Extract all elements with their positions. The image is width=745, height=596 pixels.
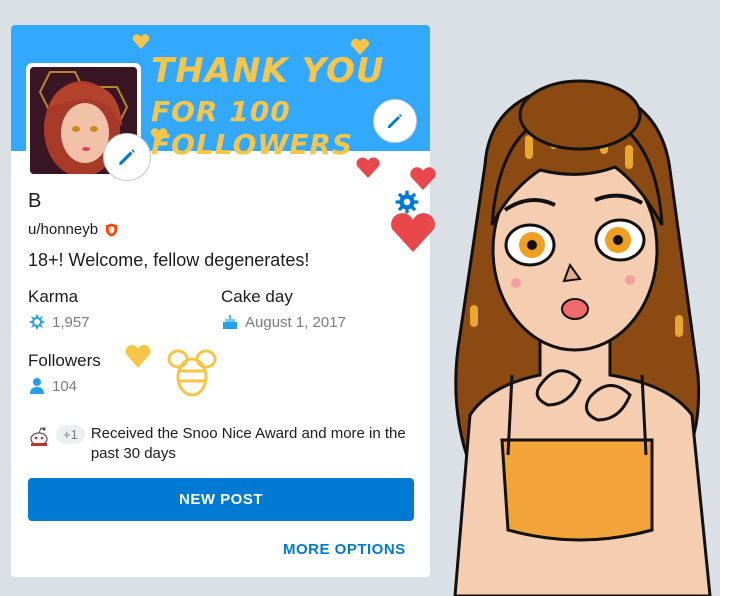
pencil-icon: [119, 149, 135, 165]
more-options-link[interactable]: MORE OPTIONS: [283, 541, 406, 558]
heart-doodle-icon: [150, 128, 168, 143]
followers-label: Followers: [28, 351, 101, 370]
awards-text: Received the Snoo Nice Award and more in…: [90, 425, 406, 462]
profile-card: THANK YOU FOR 100 FOLLOWERS B u/honneyb …: [11, 25, 430, 577]
cake-day-label: Cake day: [221, 287, 293, 306]
awards-extra-count: +1: [56, 425, 85, 444]
cake-day-value: August 1, 2017: [245, 313, 346, 331]
new-post-button[interactable]: NEW POST: [28, 478, 414, 521]
karma-value: 1,957: [52, 313, 90, 331]
display-name: B: [28, 190, 42, 212]
cake-day-value-row: August 1, 2017: [221, 313, 346, 331]
heart-doodle-icon: [350, 38, 370, 55]
profile-description: 18+! Welcome, fellow degenerates!: [28, 250, 310, 270]
karma-label: Karma: [28, 287, 79, 306]
username: u/honneyb: [28, 221, 99, 238]
page-right-edge: [720, 0, 745, 596]
heart-doodle-icon: [125, 345, 151, 368]
followers-value: 104: [52, 377, 78, 395]
karma-icon: [29, 314, 45, 330]
edit-banner-button[interactable]: [373, 99, 417, 143]
bee-doodle-icon: [167, 349, 217, 397]
heart-doodle-icon: [132, 34, 150, 49]
followers-value-row: 104: [28, 377, 77, 395]
snoo-award-icon: [30, 427, 48, 446]
person-icon: [30, 378, 44, 394]
karma-value-row: 1,957: [28, 313, 90, 331]
moderator-shield-icon: [105, 222, 118, 237]
character-illustration: [453, 79, 712, 596]
banner-line-1: THANK YOU: [151, 51, 385, 91]
edit-avatar-button[interactable]: [103, 133, 151, 181]
cake-icon: [223, 315, 237, 329]
heart-doodle-icon: [356, 157, 380, 178]
pencil-icon: [388, 114, 402, 128]
awards-row[interactable]: +1 Received the Snoo Nice Award and more…: [28, 424, 418, 464]
username-row: u/honneyb: [28, 221, 119, 238]
